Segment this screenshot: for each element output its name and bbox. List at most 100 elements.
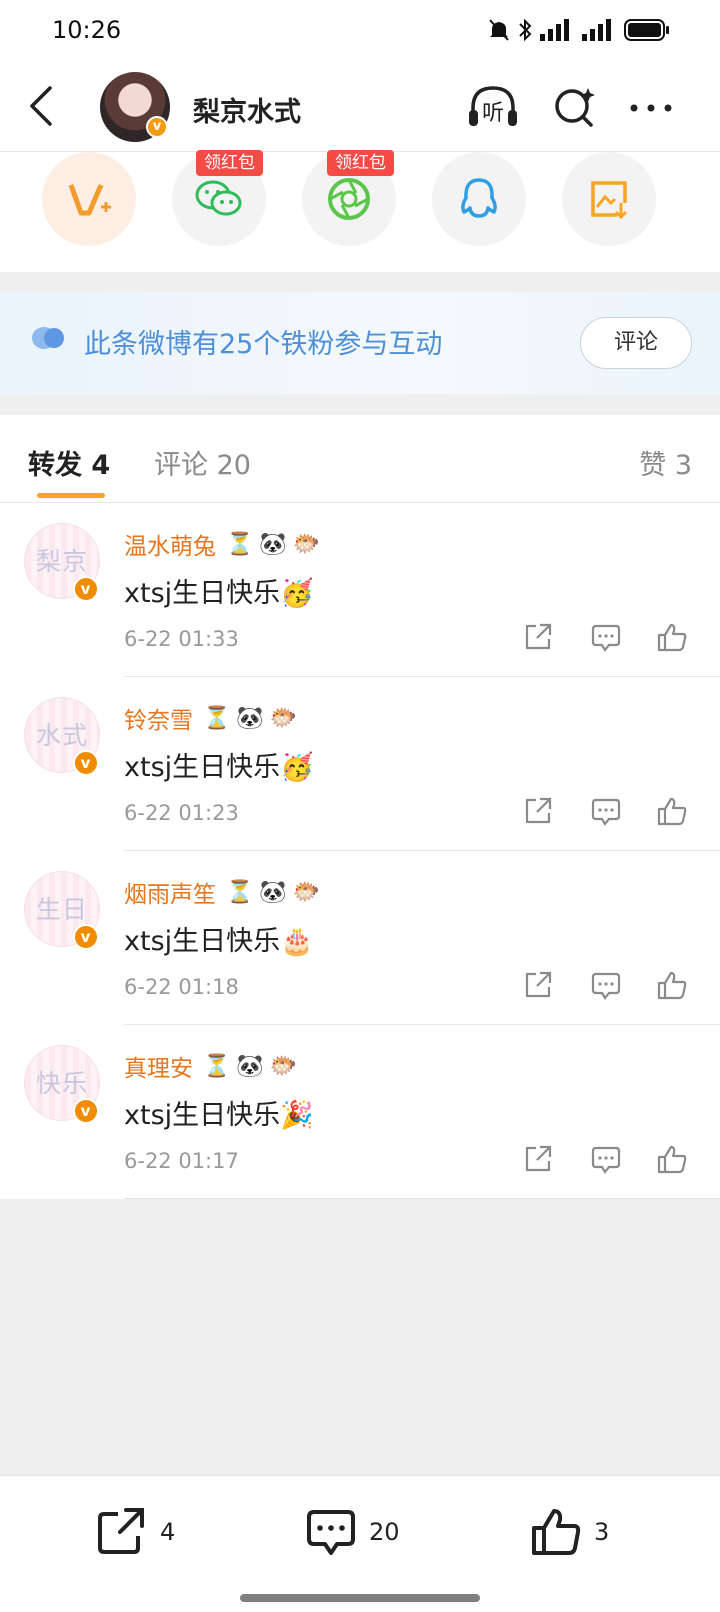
share-vplus-button[interactable]	[42, 152, 136, 246]
hourglass-icon: ⏳	[203, 705, 231, 731]
panda-icon: 🐼	[236, 1053, 264, 1079]
comment-icon	[307, 1510, 355, 1555]
share-icon[interactable]	[522, 621, 554, 653]
avatar-text: 梨京	[35, 547, 88, 576]
list-item: 快乐 v 真理安 ⏳ 🐼 🐡 xtsj生日快乐🎉 6-22 01:17	[0, 1025, 720, 1199]
avatar[interactable]: 梨京 v	[24, 523, 100, 602]
list-item: 梨京 v 温水萌兔 ⏳ 🐼 🐡 xtsj生日快乐🥳 6-22 01:33	[0, 503, 720, 677]
comment-icon[interactable]	[590, 795, 622, 827]
emoji: 🥳	[280, 578, 314, 609]
username[interactable]: 温水萌兔 ⏳ 🐼 🐡	[124, 527, 320, 561]
verified-badge-icon: v	[73, 750, 99, 776]
hourglass-icon: ⏳	[226, 879, 254, 905]
tab-comments[interactable]: 评论 20	[154, 443, 251, 482]
like-icon[interactable]	[656, 1143, 688, 1175]
moments-aperture-icon	[328, 178, 370, 220]
red-packet-tag-1[interactable]: 领红包	[196, 150, 263, 176]
save-image-button[interactable]	[562, 152, 656, 246]
like-icon[interactable]	[656, 621, 688, 653]
like-icon[interactable]	[656, 795, 688, 827]
detail-tabs: 转发 4 评论 20 赞 3	[0, 415, 720, 503]
headphones-icon: 听	[469, 86, 517, 126]
list-item: 生日 v 烟雨声笙 ⏳ 🐼 🐡 xtsj生日快乐🎂 6-22 01:18	[0, 851, 720, 1025]
like-button[interactable]: 3	[530, 1506, 609, 1558]
avatar-text: 生日	[35, 895, 88, 924]
share-icon[interactable]	[522, 969, 554, 1001]
repost-time: 6-22 01:17	[124, 1149, 239, 1173]
like-count: 3	[594, 1518, 610, 1546]
panda-icon: 🐼	[259, 879, 287, 905]
signal-2-icon	[582, 19, 611, 41]
fans-interaction-banner: 此条微博有25个铁粉参与互动 评论	[0, 292, 720, 394]
bluetooth-icon	[519, 18, 532, 42]
avatar[interactable]: 水式 v	[24, 697, 100, 776]
pufferfish-icon: 🐡	[292, 531, 321, 557]
verified-badge-icon: v	[73, 924, 99, 950]
bottom-action-bar: 4 20 3	[0, 1475, 720, 1612]
fans-banner-text: 此条微博有25个铁粉参与互动	[84, 329, 443, 360]
active-tab-indicator	[37, 493, 105, 498]
repost-text: xtsj生日快乐🥳	[124, 752, 314, 783]
username[interactable]: 真理安 ⏳ 🐼 🐡	[124, 1049, 297, 1083]
avatar-text: 水式	[35, 721, 88, 750]
listen-button[interactable]: 听	[466, 82, 520, 132]
repost-text: xtsj生日快乐🥳	[124, 578, 314, 609]
red-packet-tag-2[interactable]: 领红包	[327, 150, 394, 176]
list-item: 水式 v 铃奈雪 ⏳ 🐼 🐡 xtsj生日快乐🥳 6-22 01:23	[0, 677, 720, 851]
tab-likes[interactable]: 赞 3	[639, 443, 692, 482]
username[interactable]: 烟雨声笙 ⏳ 🐼 🐡	[124, 875, 320, 909]
avatar[interactable]: 生日 v	[24, 871, 100, 950]
repost-time: 6-22 01:33	[124, 627, 239, 651]
comment-icon[interactable]	[590, 969, 622, 1001]
author-name[interactable]: 梨京水式	[193, 90, 301, 129]
comment-button[interactable]: 20	[305, 1506, 400, 1558]
back-arrow-icon[interactable]	[22, 84, 62, 128]
panda-icon: 🐼	[236, 705, 264, 731]
home-indicator[interactable]	[240, 1594, 480, 1602]
status-time: 10:26	[52, 16, 122, 44]
signal-1-icon	[540, 19, 569, 41]
emoji: 🎉	[280, 1100, 314, 1131]
share-qq-button[interactable]	[432, 152, 526, 246]
repost-time: 6-22 01:18	[124, 975, 239, 999]
battery-icon	[624, 19, 669, 41]
comment-icon[interactable]	[590, 1143, 622, 1175]
hourglass-icon: ⏳	[203, 1053, 231, 1079]
pufferfish-icon: 🐡	[269, 1053, 298, 1079]
share-row: 领红包 领红包	[0, 150, 720, 272]
fans-bubble-icon	[32, 327, 64, 349]
pufferfish-icon: 🐡	[292, 879, 321, 905]
listen-label: 听	[482, 101, 504, 126]
more-icon[interactable]	[626, 82, 680, 132]
qq-penguin-icon	[461, 178, 497, 218]
emoji: 🎂	[280, 926, 314, 957]
like-icon[interactable]	[656, 969, 688, 1001]
top-header: v 梨京水式 听	[0, 62, 720, 152]
avatar-text: 快乐	[35, 1069, 88, 1098]
like-icon	[532, 1509, 581, 1555]
username-text: 铃奈雪	[124, 708, 193, 734]
repost-text: xtsj生日快乐🎂	[124, 926, 314, 957]
comment-count: 20	[369, 1518, 400, 1546]
repost-icon	[98, 1508, 144, 1554]
verified-badge-icon: v	[73, 1098, 99, 1124]
username[interactable]: 铃奈雪 ⏳ 🐼 🐡	[124, 701, 297, 735]
vplus-icon	[68, 184, 111, 216]
repost-count: 4	[160, 1518, 176, 1546]
share-icon[interactable]	[522, 795, 554, 827]
mute-bell-icon	[489, 19, 509, 41]
search-icon[interactable]	[548, 82, 602, 132]
comment-icon[interactable]	[590, 621, 622, 653]
pufferfish-icon: 🐡	[269, 705, 298, 731]
wechat-icon	[195, 180, 242, 216]
panda-icon: 🐼	[259, 531, 287, 557]
status-bar: 10:26	[0, 0, 720, 62]
avatar[interactable]: 快乐 v	[24, 1045, 100, 1124]
repost-button[interactable]: 4	[96, 1506, 175, 1558]
status-icons	[488, 18, 670, 42]
hourglass-icon: ⏳	[226, 531, 254, 557]
tab-reposts[interactable]: 转发 4	[28, 443, 110, 482]
username-text: 真理安	[124, 1056, 193, 1082]
share-icon[interactable]	[522, 1143, 554, 1175]
fans-comment-button[interactable]: 评论	[580, 317, 692, 369]
